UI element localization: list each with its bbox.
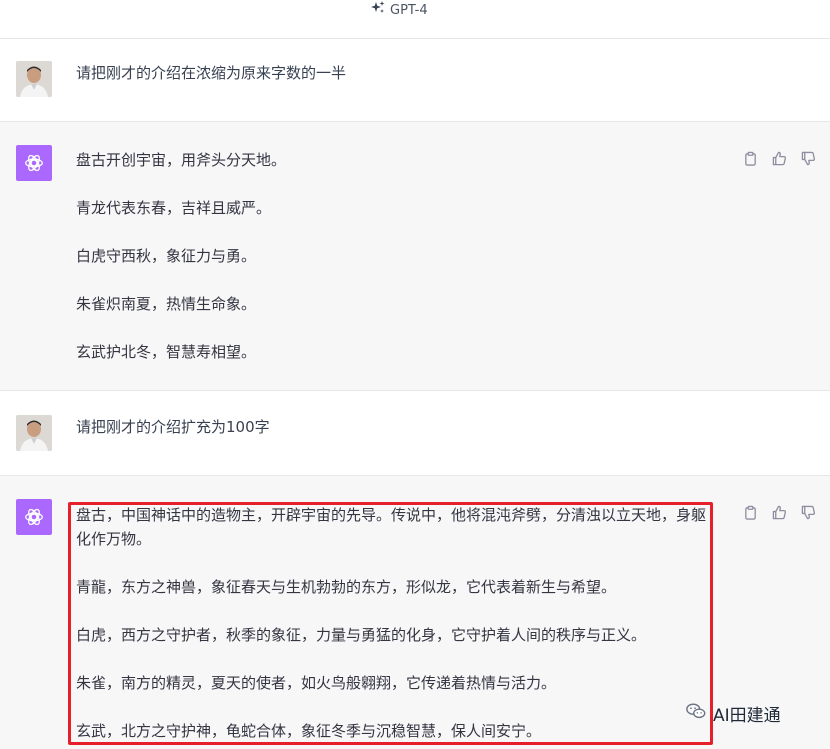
thumbs-up-icon[interactable] (772, 505, 787, 520)
paragraph: 朱雀，南方的精灵，夏天的使者，如火鸟般翱翔，它传递着热情与活力。 (76, 674, 557, 692)
message-actions (743, 505, 816, 520)
thumbs-down-icon[interactable] (801, 505, 816, 520)
paragraph: 青龙代表东春，吉祥且威严。 (76, 199, 272, 217)
paragraph: 盘古，中国神话中的造物主，开辟宇宙的先导。传说中，他将混沌斧劈，分清浊以立天地，… (76, 506, 707, 548)
message-actions (743, 151, 816, 166)
paragraph: 青龍，东方之神兽，象征春天与生机勃勃的东方，形似龙，它代表着新生与希望。 (76, 578, 617, 596)
watermark-text: AI田建通 (713, 706, 781, 726)
user-message-text: 请把刚才的介绍扩充为100字 (76, 418, 270, 436)
watermark: AI田建通 (685, 700, 781, 727)
model-name: GPT-4 (390, 2, 428, 18)
assistant-message-body: 盘古，中国神话中的造物主，开辟宇宙的先导。传说中，他将混沌斧劈，分清浊以立天地，… (76, 503, 716, 743)
top-bar: GPT-4 (0, 0, 830, 39)
chatgpt-avatar (16, 145, 52, 181)
wechat-icon (685, 700, 707, 727)
sparkle-icon (370, 0, 386, 20)
user-message-1: 请把刚才的介绍在浓缩为原来字数的一半 (0, 39, 830, 122)
user-avatar (16, 415, 52, 451)
chatgpt-avatar (16, 499, 52, 535)
user-avatar (16, 61, 52, 97)
assistant-message-body: 盘古开创宇宙，用斧头分天地。 青龙代表东春，吉祥且威严。 白虎守西秋，象征力与勇… (76, 148, 286, 364)
clipboard-icon[interactable] (743, 505, 758, 520)
user-message-2: 请把刚才的介绍扩充为100字 (0, 391, 830, 476)
openai-logo-icon (25, 508, 43, 526)
paragraph: 白虎守西秋，象征力与勇。 (76, 247, 257, 265)
paragraph: 白虎，西方之守护者，秋季的象征，力量与勇猛的化身，它守护着人间的秩序与正义。 (76, 626, 647, 644)
paragraph: 盘古开创宇宙，用斧头分天地。 (76, 151, 287, 169)
thumbs-up-icon[interactable] (772, 151, 787, 166)
openai-logo-icon (25, 154, 43, 172)
assistant-message-1: 盘古开创宇宙，用斧头分天地。 青龙代表东春，吉祥且威严。 白虎守西秋，象征力与勇… (0, 122, 830, 391)
clipboard-icon[interactable] (743, 151, 758, 166)
model-indicator[interactable]: GPT-4 (370, 0, 428, 20)
user-message-text: 请把刚才的介绍在浓缩为原来字数的一半 (76, 64, 347, 82)
thumbs-down-icon[interactable] (801, 151, 816, 166)
chat-page: GPT-4 请把刚才的介绍在浓缩为原来字数的一半 盘古开创宇宙，用斧头分天地。 … (0, 0, 830, 749)
paragraph: 玄武护北冬，智慧寿相望。 (76, 343, 257, 361)
paragraph: 朱雀炽南夏，热情生命象。 (76, 295, 257, 313)
paragraph: 玄武，北方之守护神，龟蛇合体，象征冬季与沉稳智慧，保人间安宁。 (76, 722, 542, 740)
